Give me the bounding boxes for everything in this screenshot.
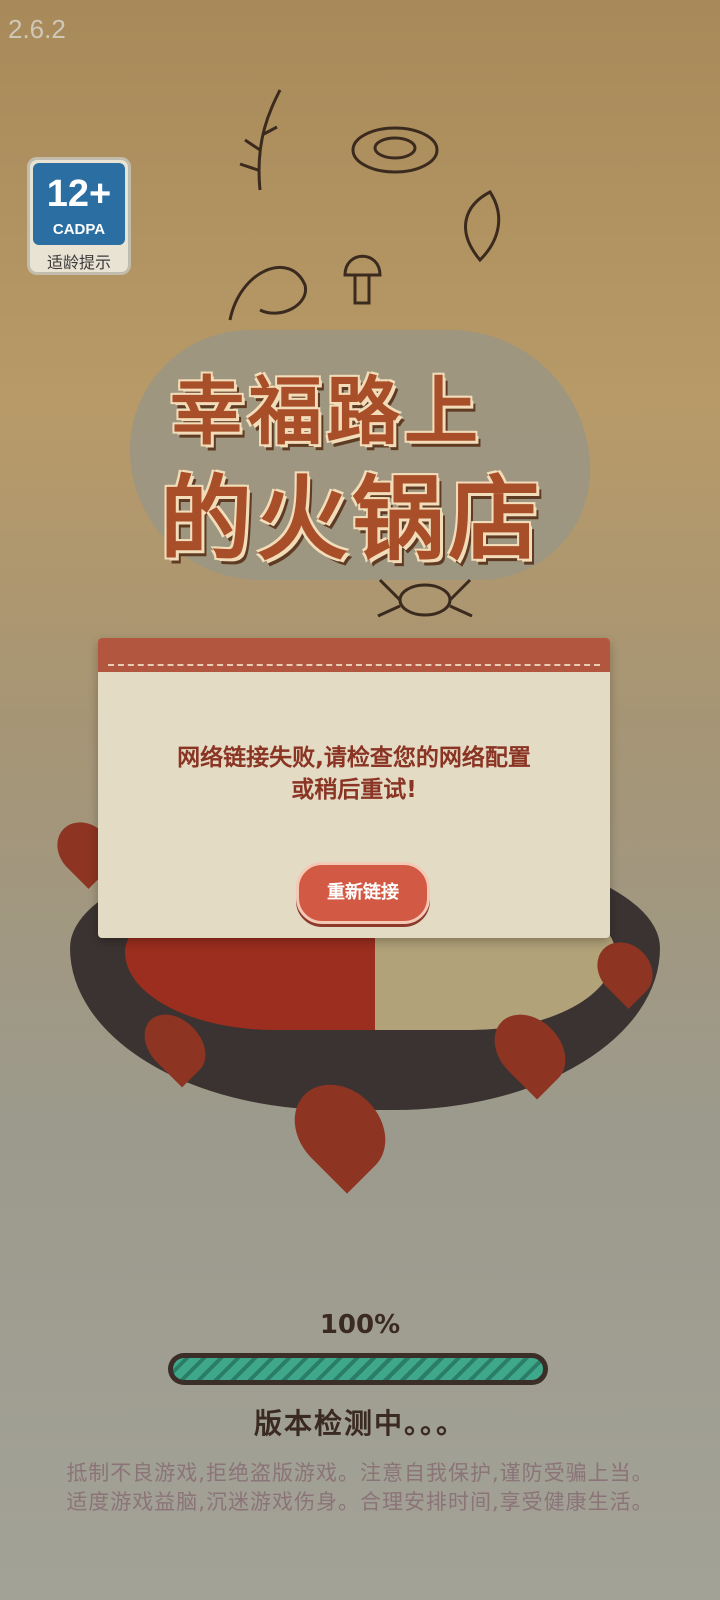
progress-percent: 100%: [319, 1310, 401, 1340]
mushroom-icon: [343, 254, 382, 305]
dialog-stitch-divider: [108, 664, 600, 666]
age-rating-badge: 12+ CADPA 适龄提示: [27, 157, 131, 275]
oyster-icon: [351, 126, 439, 174]
food-doodles-illustration: [228, 89, 501, 321]
age-rating-top: 12+ CADPA: [33, 163, 125, 245]
health-notice-line2: 适度游戏益脑,沉迷游戏伤身。合理安排时间,享受健康生活。: [66, 1490, 654, 1514]
dialog-header-bar: [98, 638, 610, 672]
version-label: 2.6.2: [8, 14, 66, 44]
splash-screen: 2.6.2 12+ CADPA 适龄提示 幸福路上 的火锅店 网络链接失败,请检…: [0, 0, 720, 1600]
loading-status: 版本检测中。。。: [253, 1407, 466, 1440]
dialog-message-line1: 网络链接失败,请检查您的网络配置: [177, 745, 531, 771]
progress-bar-fill: [173, 1358, 543, 1380]
crab-doodle-icon: [377, 578, 473, 618]
leaf-icon: [464, 190, 501, 263]
network-error-dialog: 网络链接失败,请检查您的网络配置 或稍后重试! 重新链接: [98, 638, 610, 938]
health-notice-line1: 抵制不良游戏,拒绝盗版游戏。注意自我保护,谨防受骗上当。: [66, 1461, 654, 1485]
dialog-message-line2: 或稍后重试!: [291, 777, 417, 803]
progress-bar: [168, 1353, 548, 1385]
retry-connect-button[interactable]: 重新链接: [296, 862, 430, 924]
herb-icon: [239, 89, 282, 191]
game-title-line2: 的火锅店: [160, 465, 545, 573]
shrimp-icon: [228, 265, 307, 321]
dialog-message: 网络链接失败,请检查您的网络配置 或稍后重试!: [118, 742, 590, 806]
age-rating-hint: 适龄提示: [46, 253, 111, 272]
age-rating-org: CADPA: [52, 221, 106, 238]
age-rating-number: 12+: [46, 173, 112, 215]
game-title-line1: 幸福路上: [170, 369, 482, 455]
